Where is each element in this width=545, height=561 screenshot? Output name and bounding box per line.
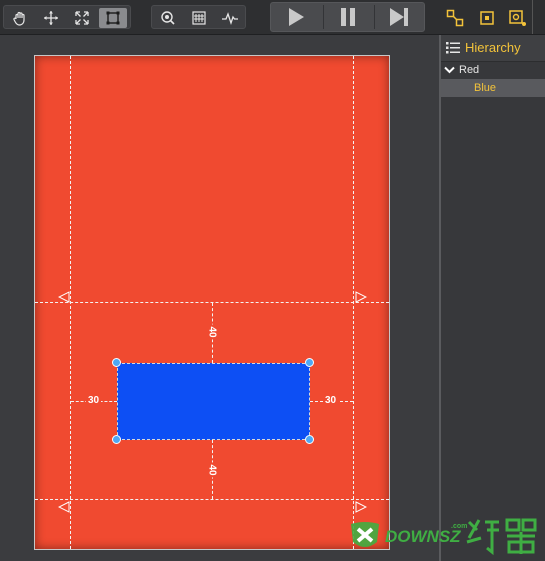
watermark-logo: DOWNSZ .com xyxy=(347,514,545,561)
rect-transform-icon xyxy=(106,11,120,25)
anchor-triangle-icon[interactable] xyxy=(355,501,367,513)
tree-item-label: Blue xyxy=(474,82,497,94)
bottom-guide-line xyxy=(35,499,389,500)
zoom-icon xyxy=(161,11,175,25)
scale-arrows-icon xyxy=(75,11,89,25)
scale-tool-button[interactable] xyxy=(68,8,96,28)
step-icon xyxy=(390,8,408,26)
left-margin-label: 30 xyxy=(86,395,102,407)
pivot-gizmo-icon xyxy=(509,10,526,26)
pivot-gizmo-button[interactable] xyxy=(508,8,528,28)
stats-icon xyxy=(192,11,206,25)
zoom-button[interactable] xyxy=(154,8,182,28)
pause-button[interactable] xyxy=(323,3,373,31)
move-tool-button[interactable] xyxy=(37,8,65,28)
anchor-triangle-icon[interactable] xyxy=(58,501,70,513)
rect-gizmo-icon xyxy=(480,11,494,25)
view-tools-group xyxy=(151,5,246,29)
rect-gizmo-button[interactable] xyxy=(477,8,497,28)
anchor-gizmo-icon xyxy=(446,9,464,27)
playback-controls xyxy=(270,2,425,32)
anchor-triangle-icon[interactable] xyxy=(355,291,367,303)
hierarchy-title: Hierarchy xyxy=(465,40,521,55)
profiler-icon xyxy=(222,12,238,26)
resize-handle-bottom-left[interactable] xyxy=(112,435,121,444)
bottom-margin-label: 40 xyxy=(205,462,218,478)
rect-tool-button[interactable] xyxy=(99,8,127,28)
profiler-button[interactable] xyxy=(216,8,244,28)
play-icon xyxy=(289,8,304,26)
hand-tool-button[interactable] xyxy=(6,8,34,28)
resize-handle-top-right[interactable] xyxy=(305,358,314,367)
hand-icon xyxy=(13,11,25,26)
transform-tools-group xyxy=(3,5,131,29)
stats-button[interactable] xyxy=(185,8,213,28)
move-arrows-icon xyxy=(44,11,58,25)
tree-item-blue[interactable]: Blue xyxy=(441,79,545,97)
right-margin-label: 30 xyxy=(323,395,339,407)
toolbar-right-divider xyxy=(532,0,533,34)
tree-item-label: Red xyxy=(459,64,480,76)
top-toolbar xyxy=(0,0,545,35)
watermark-brand: DOWNSZ xyxy=(385,527,461,546)
play-button[interactable] xyxy=(271,3,321,31)
anchor-gizmo-button[interactable] xyxy=(445,8,465,28)
red-canvas-node[interactable]: 40 40 30 30 xyxy=(34,55,390,550)
resize-handle-bottom-right[interactable] xyxy=(305,435,314,444)
hierarchy-panel: Hierarchy Red Blue xyxy=(441,35,545,561)
step-button[interactable] xyxy=(374,3,424,31)
tree-item-red[interactable]: Red xyxy=(441,61,545,79)
blue-node[interactable] xyxy=(117,363,310,440)
resize-handle-top-left[interactable] xyxy=(112,358,121,367)
watermark-glyphs xyxy=(466,518,537,556)
list-icon xyxy=(446,42,460,54)
pause-icon xyxy=(341,8,355,26)
scene-view[interactable]: 40 40 30 30 xyxy=(0,35,439,561)
chevron-down-icon[interactable] xyxy=(444,66,455,74)
top-margin-label: 40 xyxy=(205,324,218,340)
hierarchy-tab[interactable]: Hierarchy xyxy=(441,35,545,62)
x-logo-icon xyxy=(351,522,379,547)
anchor-triangle-icon[interactable] xyxy=(58,291,70,303)
